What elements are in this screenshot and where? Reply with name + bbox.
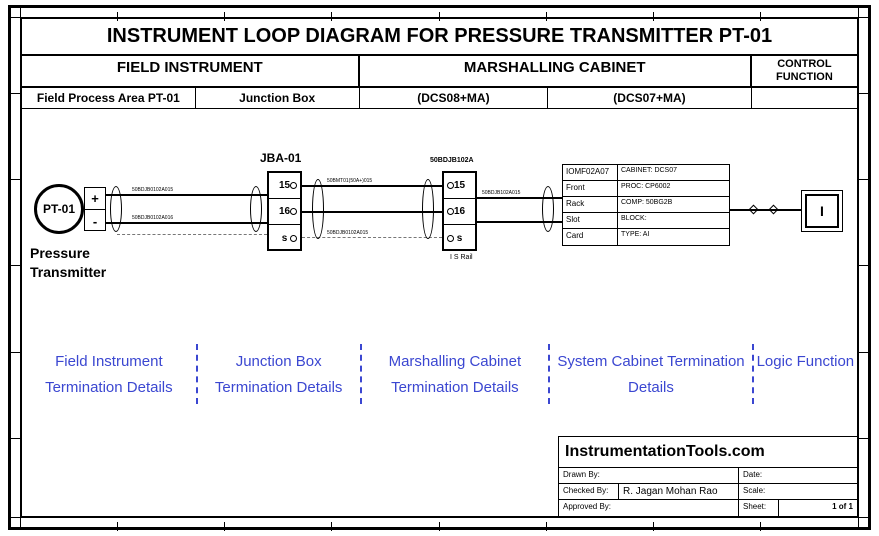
header-field: FIELD INSTRUMENT — [22, 56, 360, 86]
jb-terminal-16: 16 — [269, 199, 300, 225]
cab-rack: Rack — [563, 197, 618, 212]
jb-terminal-15: 15 — [269, 173, 300, 199]
checked-by-value: R. Jagan Mohan Rao — [619, 484, 739, 499]
transmitter-terminals: + - — [84, 187, 106, 231]
title-block: InstrumentationTools.com Drawn By: Date:… — [558, 436, 858, 517]
marsh-terminal-16: 16 — [444, 199, 475, 225]
marsh-terminal-15: 15 — [444, 173, 475, 199]
drawing-area: PT-01 Pressure Transmitter + - 50BDJB010… — [22, 109, 857, 339]
annot-marshalling: Marshalling Cabinet Termination Details — [362, 339, 549, 419]
cab-front: Front — [563, 181, 618, 196]
header-row: FIELD INSTRUMENT MARSHALLING CABINET CON… — [22, 56, 857, 88]
wire-label: 50BMT01(50A+)015 — [327, 178, 372, 184]
sub-empty — [752, 88, 857, 108]
cab-cabinet: CABINET: DCS07 — [618, 165, 680, 180]
ruler-left — [11, 8, 21, 527]
transmitter-symbol: PT-01 — [34, 184, 84, 234]
scale-label: Scale: — [739, 484, 857, 499]
sheet-value: 1 of 1 — [779, 500, 857, 516]
wire-label: 50BDJB0102A015 — [327, 230, 368, 236]
ruler-top — [11, 8, 868, 18]
subheader-row: Field Process Area PT-01 Junction Box (D… — [22, 88, 857, 109]
junction-box: 15 16 s — [267, 171, 302, 251]
sub-dcs08: (DCS08+MA) — [360, 88, 549, 108]
annot-junction: Junction Box Termination Details — [198, 339, 360, 419]
drawn-by-label: Drawn By: — [559, 468, 739, 483]
diagram-title: INSTRUMENT LOOP DIAGRAM FOR PRESSURE TRA… — [22, 19, 857, 56]
wire-shield — [117, 234, 267, 235]
cab-proc: PROC: CP6002 — [618, 181, 673, 196]
ruler-bottom — [11, 517, 868, 527]
connection-diamond-icon — [749, 205, 759, 215]
wire — [106, 222, 267, 224]
sub-field-area: Field Process Area PT-01 — [22, 88, 196, 108]
annot-field: Field Instrument Termination Details — [22, 339, 196, 419]
ruler-right — [858, 8, 868, 527]
cable-shield-icon — [312, 179, 324, 239]
cable-shield-icon — [542, 186, 554, 232]
marsh-terminal-s: s — [444, 225, 475, 251]
jb-terminal-s: s — [269, 225, 300, 251]
annotation-row: Field Instrument Termination Details Jun… — [22, 339, 857, 419]
junction-box-tag: JBA-01 — [260, 151, 301, 165]
system-cabinet: IOMF02A07CABINET: DCS07 FrontPROC: CP600… — [562, 164, 730, 246]
checked-by-label: Checked By: — [559, 484, 619, 499]
connection-diamond-icon — [769, 205, 779, 215]
wire-shield — [302, 237, 442, 238]
wire — [106, 194, 267, 196]
logic-function-symbol: I — [805, 194, 839, 228]
annot-cabinet: System Cabinet Termination Details — [550, 339, 752, 419]
approved-by-label: Approved By: — [559, 500, 739, 516]
wire — [302, 185, 442, 187]
cable-shield-icon — [250, 186, 262, 232]
date-label: Date: — [739, 468, 857, 483]
drawing-frame: INSTRUMENT LOOP DIAGRAM FOR PRESSURE TRA… — [8, 5, 871, 530]
cab-comp: COMP: 50BG2B — [618, 197, 675, 212]
marshalling-terminals: 15 16 s — [442, 171, 477, 251]
cab-type: TYPE: AI — [618, 229, 652, 245]
transmitter-label: Pressure Transmitter — [30, 244, 106, 280]
wire-label: 50BDJB0102A015 — [132, 187, 173, 193]
cab-iom: IOMF02A07 — [563, 165, 618, 180]
cable-shield-icon — [110, 186, 122, 232]
wire-label: 50BDJB0102A016 — [132, 215, 173, 221]
sub-junction: Junction Box — [196, 88, 360, 108]
marshalling-tag: 50BDJB102A — [430, 157, 474, 164]
sheet-label: Sheet: — [739, 500, 779, 516]
sub-dcs07: (DCS07+MA) — [548, 88, 752, 108]
rail-label: I S Rail — [450, 254, 473, 261]
wire-label: 50BDJB102A015 — [482, 190, 520, 196]
terminal-minus: - — [85, 210, 105, 232]
cab-card: Card — [563, 229, 618, 245]
brand-label: InstrumentationTools.com — [559, 437, 857, 468]
annot-logic: Logic Function — [754, 339, 857, 419]
drawing-inner: INSTRUMENT LOOP DIAGRAM FOR PRESSURE TRA… — [21, 18, 858, 517]
terminal-plus: + — [85, 188, 105, 210]
header-control: CONTROL FUNCTION — [752, 56, 857, 86]
cab-block: BLOCK: — [618, 213, 650, 228]
cable-shield-icon — [422, 179, 434, 239]
cab-slot: Slot — [563, 213, 618, 228]
wire — [730, 209, 802, 211]
header-marshalling: MARSHALLING CABINET — [360, 56, 752, 86]
